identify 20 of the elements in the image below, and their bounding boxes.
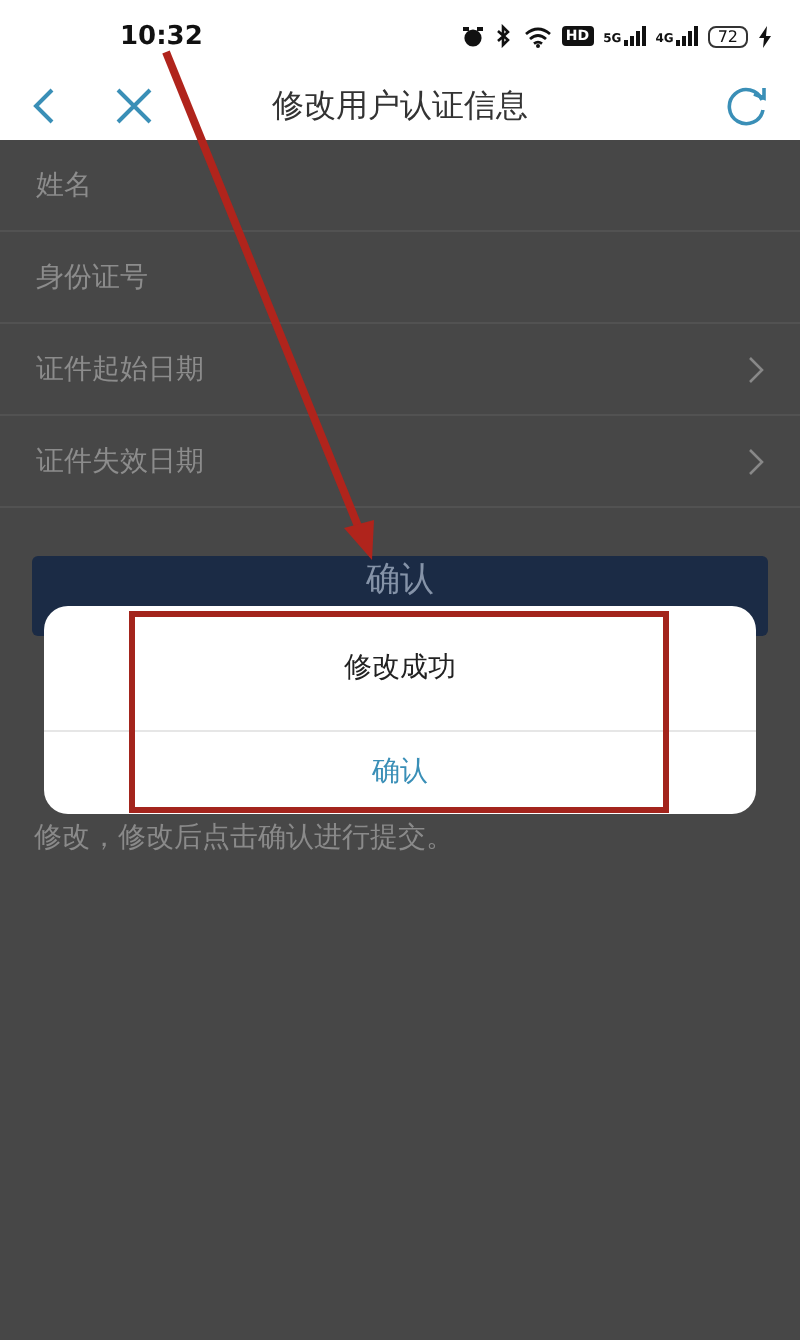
field-label: 姓名 — [36, 167, 92, 203]
close-icon[interactable] — [116, 88, 152, 124]
field-label: 证件失效日期 — [36, 443, 204, 479]
field-label: 证件起始日期 — [36, 351, 204, 387]
chevron-icon[interactable] — [748, 355, 764, 383]
battery-indicator: 72 — [707, 25, 748, 47]
back-icon[interactable] — [32, 86, 56, 126]
dialog-confirm-button[interactable]: 确认 — [44, 732, 756, 812]
chevron-icon[interactable] — [748, 447, 764, 475]
page-title: 修改用户认证信息 — [270, 85, 530, 127]
field-label: 身份证号 — [36, 259, 148, 295]
signal-icon — [675, 26, 698, 46]
dialog-message: 修改成功 — [44, 606, 756, 732]
bluetooth-icon — [493, 24, 514, 48]
note-text: 修改，修改后点击确认进行提交。 — [34, 820, 456, 856]
status-time: 10:32 — [120, 21, 203, 51]
refresh-icon[interactable] — [724, 84, 768, 128]
alarm-icon — [461, 25, 484, 47]
wifi-icon — [523, 25, 552, 47]
signal-icon — [623, 26, 646, 46]
